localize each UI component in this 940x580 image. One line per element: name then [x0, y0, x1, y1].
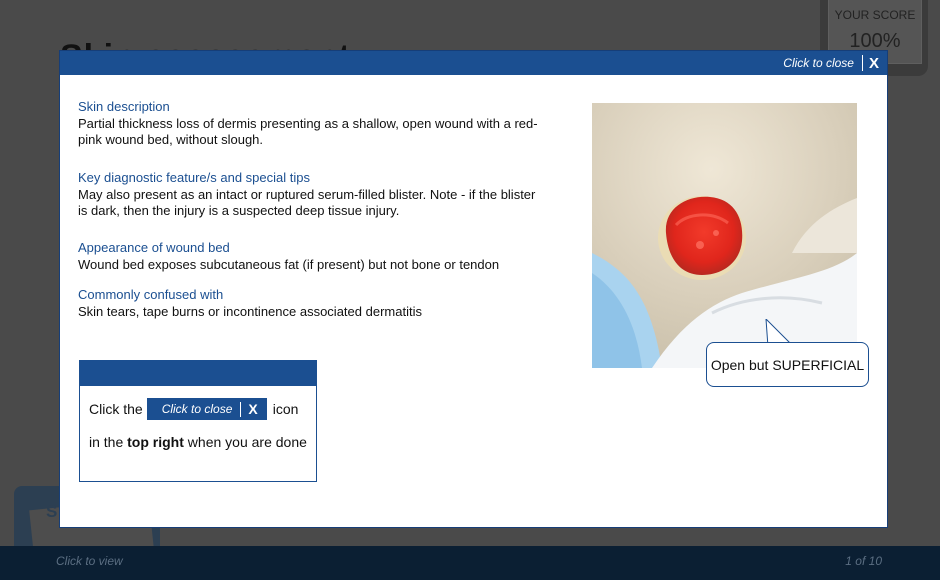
- instruction-line2-bold: top right: [127, 434, 184, 450]
- close-separator-example: [240, 401, 242, 417]
- instruction-line2-prefix: in the: [89, 434, 124, 450]
- close-button-example: Click to close X: [146, 398, 267, 420]
- wound-label-callout: Open but SUPERFICIAL: [706, 342, 869, 387]
- description-content: Skin description Partial thickness loss …: [78, 99, 548, 336]
- close-separator: [861, 55, 863, 71]
- instruction-suffix: icon: [272, 401, 299, 417]
- info-modal: Click to close X Skin description Partia…: [59, 50, 888, 528]
- wound-photo: [592, 103, 857, 368]
- close-label-example: Click to close: [161, 402, 233, 416]
- close-icon[interactable]: X: [869, 55, 879, 72]
- instruction-box-header: [80, 361, 316, 386]
- score-label: YOUR SCORE: [834, 8, 916, 22]
- close-button[interactable]: Click to close X: [783, 51, 879, 75]
- bottom-bar: Click to view 1 of 10: [0, 546, 940, 580]
- click-to-view-link[interactable]: Click to view: [56, 554, 123, 568]
- section-title: Skin description: [78, 99, 170, 114]
- section-body: Partial thickness loss of dermis present…: [78, 116, 538, 147]
- section-body: Wound bed exposes subcutaneous fat (if p…: [78, 257, 500, 272]
- section-title: Appearance of wound bed: [78, 240, 230, 255]
- instruction-box: Click the Click to close X icon in the t…: [79, 360, 317, 482]
- section-diagnostic-features: Key diagnostic feature/s and special tip…: [78, 170, 548, 219]
- modal-header: Click to close X: [60, 51, 887, 75]
- instruction-line2-suffix: when you are done: [187, 434, 307, 450]
- section-commonly-confused: Commonly confused with Skin tears, tape …: [78, 287, 548, 320]
- section-body: May also present as an intact or rupture…: [78, 187, 536, 218]
- section-skin-description: Skin description Partial thickness loss …: [78, 99, 548, 148]
- page-counter: 1 of 10: [845, 554, 882, 568]
- close-label: Click to close: [783, 56, 854, 70]
- instruction-prefix: Click the: [89, 401, 143, 417]
- wound-photo-graphic: [592, 103, 857, 368]
- instruction-line-2: in the top right when you are done: [89, 434, 307, 450]
- section-wound-bed: Appearance of wound bed Wound bed expose…: [78, 240, 548, 273]
- close-icon: X: [248, 401, 258, 417]
- section-title: Key diagnostic feature/s and special tip…: [78, 170, 310, 185]
- section-body: Skin tears, tape burns or incontinence a…: [78, 304, 422, 319]
- instruction-line-1: Click the Click to close X icon: [89, 398, 298, 420]
- section-title: Commonly confused with: [78, 287, 224, 302]
